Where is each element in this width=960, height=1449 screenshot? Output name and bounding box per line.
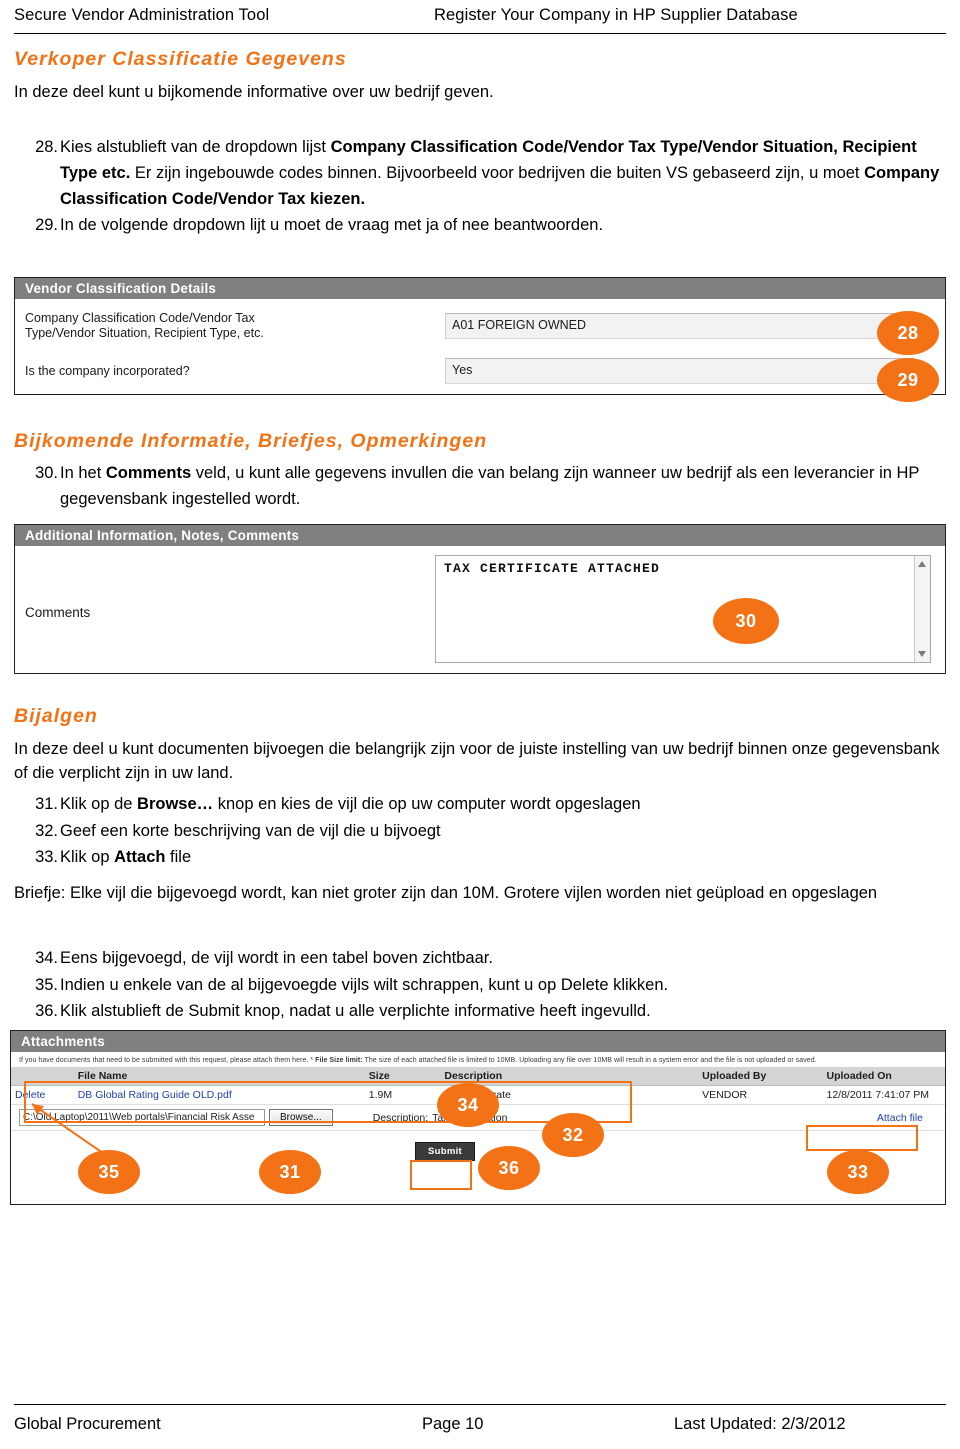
step-text: knop en kies de vijl die op uw computer … bbox=[213, 795, 641, 813]
step-item: 32. Geef een korte beschrijving van de vi… bbox=[14, 818, 944, 845]
panel-title-vendor-classification: Vendor Classification Details bbox=[15, 278, 945, 299]
panel-title-additional-information: Additional Information, Notes, Comments bbox=[15, 525, 945, 546]
comments-value: TAX CERTIFICATE ATTACHED bbox=[444, 561, 661, 576]
step-text: In het bbox=[60, 464, 106, 482]
steps-list-bijkomende: 30. In het Comments veld, u kunt alle geg… bbox=[14, 460, 944, 512]
footer-page-number: Page 10 bbox=[422, 1415, 484, 1433]
steps-list-classificatie: 28. Kies alstublieft van de dropdown lijs… bbox=[14, 134, 944, 238]
header-left-title: Secure Vendor Administration Tool bbox=[14, 6, 270, 24]
step-number: 29. bbox=[35, 216, 58, 234]
step-text-bold: Attach bbox=[114, 848, 166, 866]
footer-left: Global Procurement bbox=[14, 1415, 161, 1433]
section-heading-bijkomende: Bijkomende Informatie, Briefjes, Opmerki… bbox=[14, 430, 488, 452]
attachment-uploaded-by: VENDOR bbox=[698, 1085, 823, 1105]
step-item: 33. Klik op Attach file bbox=[14, 844, 944, 871]
step-item: 28. Kies alstublieft van de dropdown lijs… bbox=[14, 134, 944, 212]
step-item: 30. In het Comments veld, u kunt alle geg… bbox=[14, 460, 944, 512]
attachments-note-bold: File Size limit: bbox=[315, 1057, 363, 1064]
steps-list-bijalgen-a: 31. Klik op de Browse… knop en kies de vi… bbox=[14, 791, 944, 871]
step-number: 32. bbox=[35, 821, 58, 840]
header-divider bbox=[14, 33, 946, 34]
header-center-title: Register Your Company in HP Supplier Dat… bbox=[434, 6, 798, 24]
step-text-bold: Comments bbox=[105, 464, 192, 482]
step-item: 34. Eens bijgevoegd, de vijl wordt in een… bbox=[14, 945, 944, 972]
attachments-size-note: If you have documents that need to be su… bbox=[11, 1052, 945, 1067]
section-intro-bijalgen: In deze deel u kunt documenten bijvoegen… bbox=[14, 740, 940, 782]
step-number: 31. bbox=[35, 795, 58, 813]
step-text: Klik op bbox=[60, 848, 115, 866]
step-text: Kies alstublieft van de dropdown lijst bbox=[60, 138, 331, 156]
highlight-attach-file bbox=[806, 1125, 918, 1151]
callout-badge-33: 33 bbox=[827, 1150, 889, 1194]
step-text: Klik op de bbox=[60, 795, 138, 813]
callout-badge-28: 28 bbox=[877, 311, 939, 355]
attachments-note-post: The size of each attached file is limite… bbox=[362, 1057, 817, 1064]
step-text: file bbox=[165, 848, 192, 866]
footer-last-updated: Last Updated: 2/3/2012 bbox=[674, 1415, 846, 1433]
comments-label: Comments bbox=[25, 605, 91, 620]
panel-title-attachments: Attachments bbox=[11, 1031, 945, 1052]
briefje-note: Briefje: Elke vijl die bijgevoegd wordt,… bbox=[14, 881, 944, 905]
callout-badge-30: 30 bbox=[713, 598, 779, 644]
step-item: 35. Indien u enkele van de al bijgevoegde… bbox=[14, 972, 944, 999]
callout-badge-31: 31 bbox=[259, 1150, 321, 1194]
step-text: Eens bijgevoegd, de vijl wordt in een ta… bbox=[60, 949, 493, 967]
step-text: Geef een korte beschrijving van de vijl … bbox=[60, 821, 441, 840]
attachments-note-pre: If you have documents that need to be su… bbox=[19, 1057, 316, 1064]
callout-badge-32: 32 bbox=[542, 1113, 604, 1157]
callout-badge-34: 34 bbox=[437, 1083, 499, 1127]
attachment-uploaded-on: 12/8/2011 7:41:07 PM bbox=[822, 1085, 945, 1105]
step-number: 28. bbox=[35, 138, 58, 156]
step-number: 36. bbox=[35, 1002, 58, 1020]
step-text: Er zijn ingebouwde codes binnen. Bijvoor… bbox=[130, 164, 865, 182]
step-item: 31. Klik op de Browse… knop en kies de vi… bbox=[14, 791, 944, 818]
section-intro-classificatie: In deze deel kunt u bijkomende informati… bbox=[14, 83, 494, 101]
step-text: Indien u enkele van de al bijgevoegde vi… bbox=[60, 975, 669, 994]
briefje-label: Briefje: bbox=[14, 884, 66, 902]
document-header: Secure Vendor Administration Tool Regist… bbox=[14, 6, 946, 30]
comments-scrollbar[interactable] bbox=[914, 556, 930, 662]
step-number: 30. bbox=[35, 464, 58, 482]
classification-code-field[interactable]: A01 FOREIGN OWNED bbox=[445, 313, 915, 339]
step-text: Klik alstublieft de Submit knop, nadat u… bbox=[60, 1002, 651, 1020]
step-text-bold: Browse… bbox=[137, 795, 214, 813]
document-footer: Global Procurement Page 10 Last Updated:… bbox=[14, 1415, 946, 1437]
briefje-text: Elke vijl die bijgevoegd wordt, kan niet… bbox=[65, 884, 878, 902]
document-page: Secure Vendor Administration Tool Regist… bbox=[0, 0, 960, 1449]
classification-label-line1: Company Classification Code/Vendor Tax bbox=[25, 311, 255, 325]
submit-button[interactable]: Submit bbox=[415, 1142, 475, 1161]
step-number: 35. bbox=[35, 975, 58, 994]
callout-badge-36: 36 bbox=[478, 1146, 540, 1190]
callout-badge-29: 29 bbox=[877, 358, 939, 402]
step-number: 34. bbox=[35, 949, 58, 967]
attach-file-link[interactable]: Attach file bbox=[877, 1112, 923, 1124]
step-item: 36. Klik alstublieft de Submit knop, nada… bbox=[14, 998, 944, 1025]
section-heading-classificatie: Verkoper Classificatie Gegevens bbox=[14, 48, 347, 70]
comments-textarea[interactable]: TAX CERTIFICATE ATTACHED bbox=[435, 555, 931, 663]
step-text: In de volgende dropdown lijt u moet de v… bbox=[60, 216, 604, 234]
steps-list-bijalgen-b: 34. Eens bijgevoegd, de vijl wordt in een… bbox=[14, 945, 944, 1025]
step-item: 29. In de volgende dropdown lijt u moet d… bbox=[14, 212, 944, 238]
footer-divider bbox=[14, 1404, 946, 1405]
screenshot-vendor-classification-details: Vendor Classification Details Company Cl… bbox=[14, 277, 946, 395]
callout-badge-35: 35 bbox=[78, 1150, 140, 1194]
highlight-submit bbox=[410, 1160, 472, 1190]
classification-label-line2: Type/Vendor Situation, Recipient Type, e… bbox=[25, 326, 264, 340]
incorporated-field[interactable]: Yes bbox=[445, 358, 915, 384]
scroll-up-arrow-icon[interactable] bbox=[918, 561, 926, 567]
incorporated-label: Is the company incorporated? bbox=[25, 363, 190, 378]
col-uploaded-by: Uploaded By bbox=[698, 1067, 823, 1086]
scroll-down-arrow-icon[interactable] bbox=[918, 651, 926, 657]
section-heading-bijalgen: Bijalgen bbox=[14, 705, 98, 727]
col-uploaded-on: Uploaded On bbox=[822, 1067, 945, 1086]
step-number: 33. bbox=[35, 848, 58, 866]
screenshot-additional-information: Additional Information, Notes, Comments … bbox=[14, 524, 946, 674]
